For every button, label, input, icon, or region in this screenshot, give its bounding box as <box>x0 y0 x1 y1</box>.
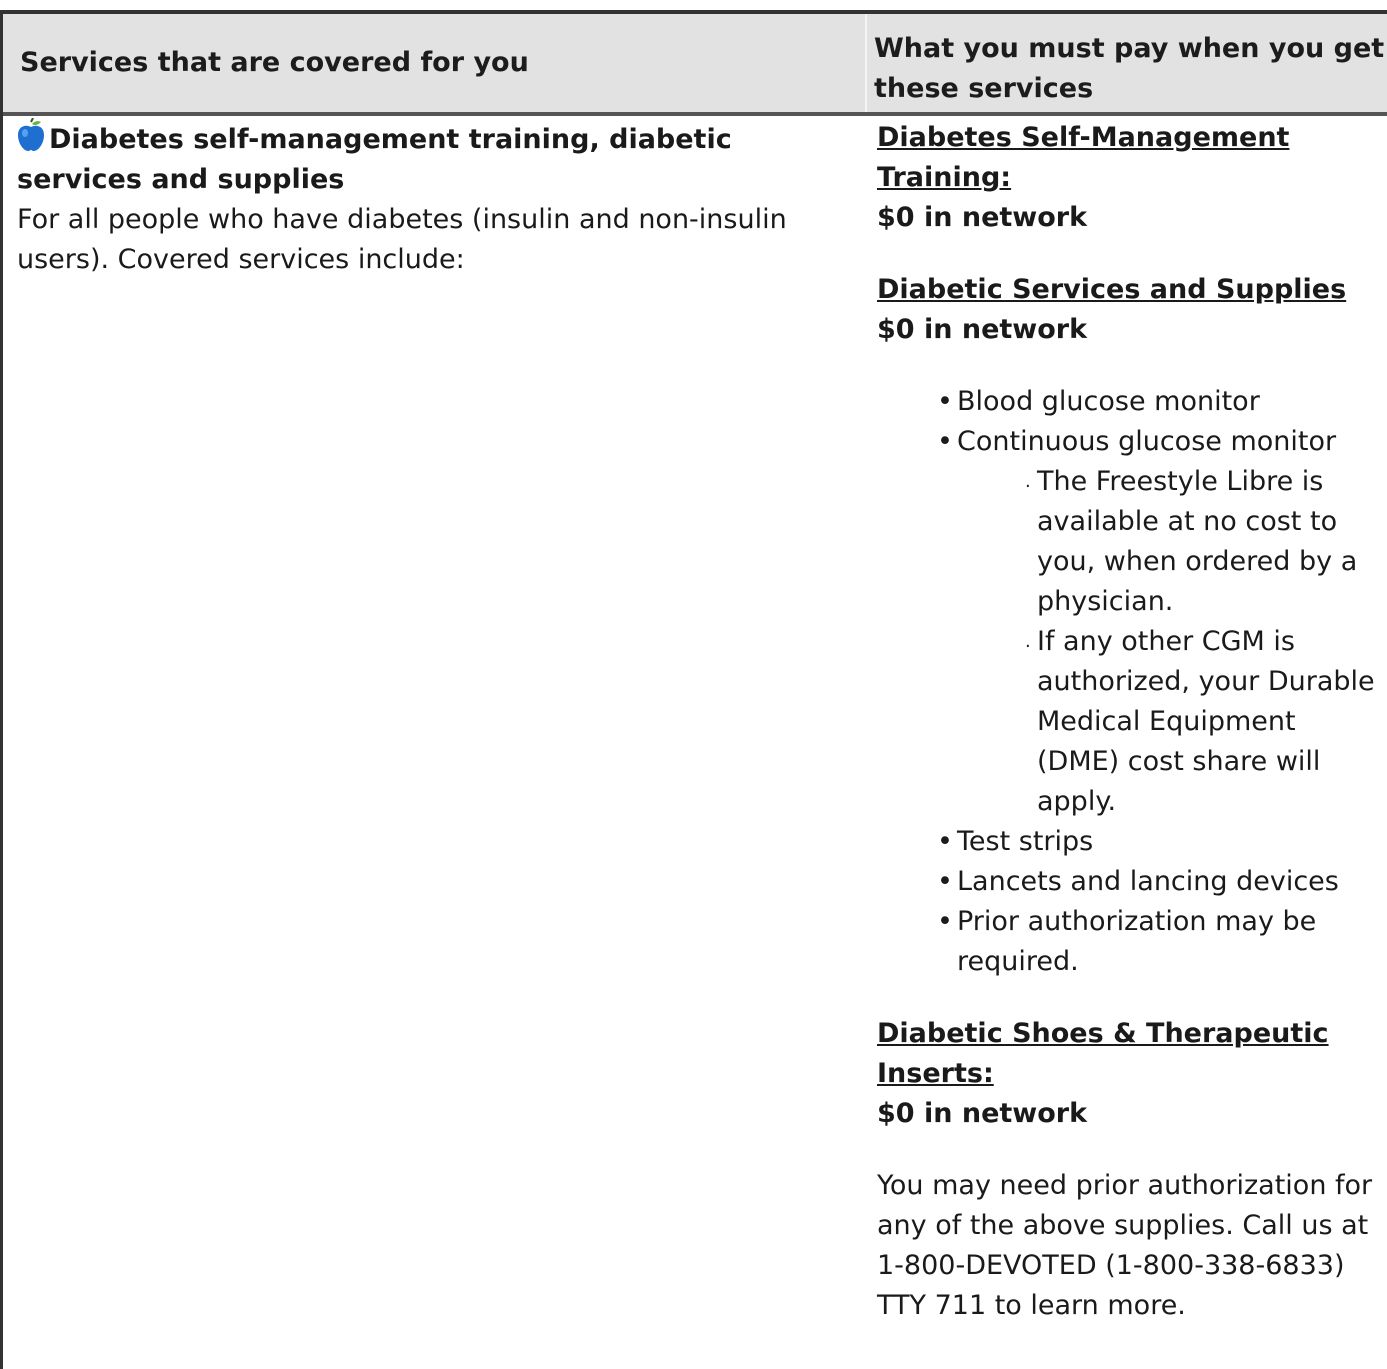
service-description: For all people who have diabetes (insuli… <box>17 204 787 275</box>
table-header: Services that are covered for you What y… <box>3 14 1387 116</box>
section-price-supplies: $0 in network <box>877 314 1088 345</box>
cgm-notes-list: The Freestyle Libre is available at no c… <box>957 462 1377 822</box>
service-title: Diabetes self-management training, diabe… <box>17 124 732 195</box>
header-what-you-pay: What you must pay when you get these ser… <box>874 33 1385 104</box>
header-services-covered: Services that are covered for you <box>20 47 529 78</box>
section-price-shoes: $0 in network <box>877 1098 1088 1129</box>
service-heading: Diabetes self-management training, diabe… <box>17 117 837 200</box>
list-item: Blood glucose monitor <box>933 382 1377 422</box>
list-item-label: Continuous glucose monitor <box>957 426 1337 457</box>
cost-cell: Diabetes Self-Management Training: $0 in… <box>877 118 1377 1326</box>
section-heading-supplies: Diabetic Services and Supplies <box>877 274 1347 305</box>
apple-icon <box>17 117 45 152</box>
section-price-dsmt: $0 in network <box>877 202 1088 233</box>
list-item: Test strips <box>933 822 1377 862</box>
cgm-note: The Freestyle Libre is available at no c… <box>1025 462 1377 622</box>
section-heading-dsmt: Diabetes Self-Management Training: <box>877 122 1290 193</box>
list-item: Prior authorization may be required. <box>933 902 1377 982</box>
list-item-cgm: Continuous glucose monitor The Freestyle… <box>933 422 1377 822</box>
cgm-note: If any other CGM is authorized, your Dur… <box>1025 622 1377 822</box>
list-item: Lancets and lancing devices <box>933 862 1377 902</box>
service-cell: Diabetes self-management training, diabe… <box>17 117 837 280</box>
header-divider <box>865 14 867 112</box>
section-heading-shoes: Diabetic Shoes & Therapeutic Inserts: <box>877 1018 1329 1089</box>
prior-auth-note: You may need prior authorization for any… <box>877 1170 1373 1321</box>
supplies-list: Blood glucose monitor Continuous glucose… <box>877 382 1377 982</box>
